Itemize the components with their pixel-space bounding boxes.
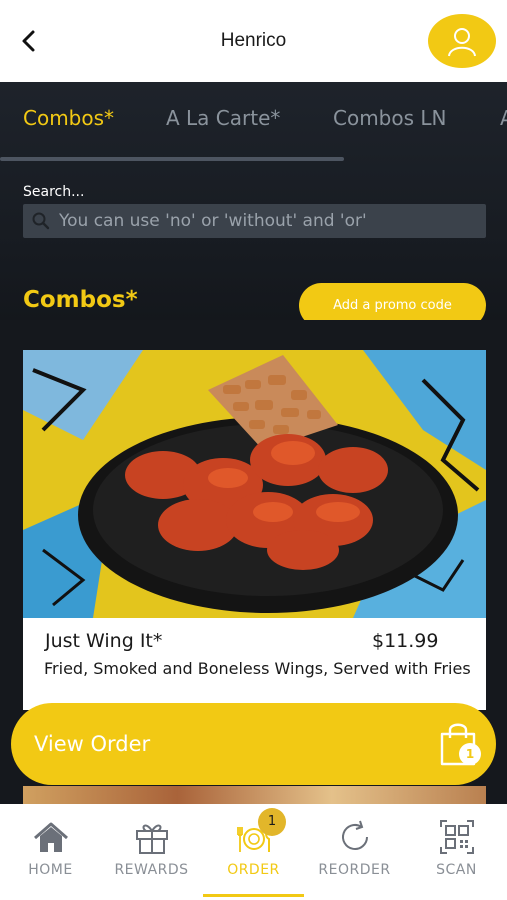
nav-reorder[interactable]: REORDER — [304, 804, 405, 900]
top-bar: Henrico — [0, 0, 507, 82]
tab-scroll-indicator — [0, 157, 344, 161]
tab-combos-ln[interactable]: Combos LN — [333, 106, 447, 130]
nav-scan-label: SCAN — [436, 862, 477, 878]
active-nav-indicator — [203, 894, 304, 897]
nav-rewards-label: REWARDS — [114, 862, 189, 878]
tab-more[interactable]: A — [500, 106, 507, 130]
search-bar[interactable] — [23, 204, 486, 238]
tab-combos[interactable]: Combos* — [23, 106, 114, 130]
search-label: Search... — [23, 184, 85, 200]
section-title: Combos* — [23, 287, 138, 313]
user-icon — [448, 28, 476, 57]
search-input[interactable] — [59, 204, 479, 238]
item-name: Just Wing It* — [45, 630, 163, 652]
search-icon — [31, 211, 51, 231]
home-icon — [34, 822, 68, 852]
tab-a-la-carte[interactable]: A La Carte* — [166, 106, 280, 130]
nav-home-label: HOME — [28, 862, 73, 878]
nav-rewards[interactable]: REWARDS — [101, 804, 202, 900]
category-tabs: Combos* A La Carte* Combos LN A — [0, 106, 507, 146]
nav-scan[interactable]: SCAN — [406, 804, 507, 900]
item-description: Fried, Smoked and Boneless Wings, Served… — [44, 659, 471, 678]
view-order-button[interactable]: View Order 1 — [11, 703, 496, 785]
bottom-navigation: HOME REWARDS ORDER REORDER SCAN — [0, 804, 507, 900]
item-price: $11.99 — [372, 630, 439, 652]
cart-count-badge: 1 — [459, 743, 481, 765]
order-count-badge: 1 — [258, 808, 286, 836]
item-photo — [23, 350, 486, 618]
gift-icon — [136, 824, 168, 854]
profile-button[interactable] — [428, 14, 496, 68]
view-order-label: View Order — [34, 732, 151, 756]
nav-order-label: ORDER — [227, 862, 280, 878]
qr-code-icon — [440, 820, 474, 854]
nav-order[interactable]: ORDER — [203, 804, 304, 900]
menu-item-card[interactable] — [23, 350, 486, 710]
refresh-icon — [342, 820, 368, 850]
nav-home[interactable]: HOME — [0, 804, 101, 900]
nav-reorder-label: REORDER — [318, 862, 391, 878]
